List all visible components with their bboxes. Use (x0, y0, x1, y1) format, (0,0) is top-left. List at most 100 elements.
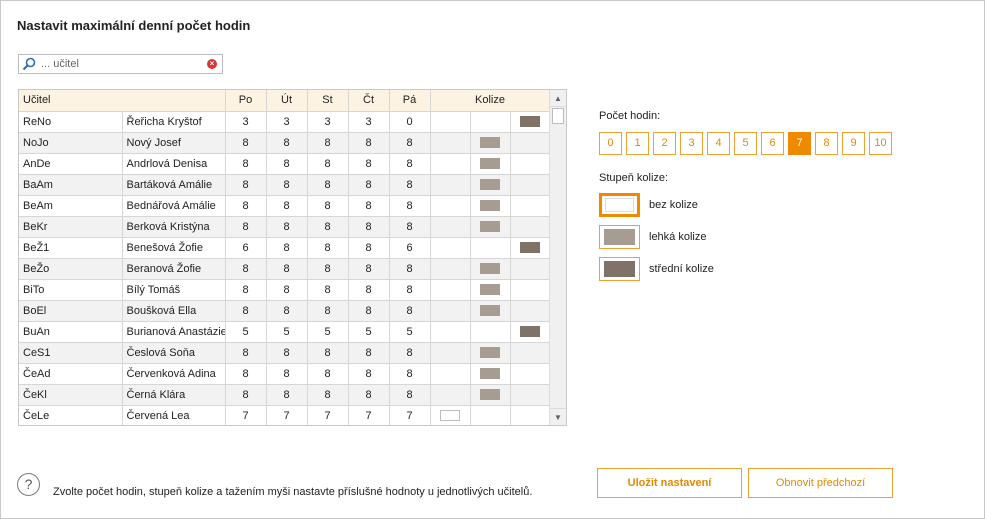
collision-cell-none[interactable] (430, 384, 471, 406)
collision-cell-none[interactable] (430, 153, 471, 175)
collision-cell-light[interactable] (470, 384, 511, 406)
hours-cell-po[interactable]: 8 (225, 279, 267, 301)
collision-cell-light[interactable] (470, 258, 511, 280)
vertical-scrollbar[interactable]: ▲ ▼ (549, 90, 566, 425)
hours-cell-po[interactable]: 5 (225, 321, 267, 343)
collision-cell-light[interactable] (470, 153, 511, 175)
hours-option-10[interactable]: 10 (869, 132, 892, 155)
table-row[interactable]: ČeAd Červenková Adina 8 8 8 8 8 (19, 363, 551, 385)
clear-search-icon[interactable]: × (207, 59, 217, 69)
hours-option-4[interactable]: 4 (707, 132, 730, 155)
hours-cell-ct[interactable]: 5 (348, 321, 390, 343)
scroll-thumb[interactable] (552, 108, 564, 124)
collision-cell-light[interactable] (470, 363, 511, 385)
collision-cell-medium[interactable] (510, 132, 551, 154)
hours-cell-st[interactable]: 8 (307, 216, 349, 238)
hours-cell-ct[interactable]: 8 (348, 132, 390, 154)
hours-cell-ct[interactable]: 8 (348, 237, 390, 259)
hours-option-6[interactable]: 6 (761, 132, 784, 155)
table-row[interactable]: BeŽo Beranová Žofie 8 8 8 8 8 (19, 258, 551, 280)
hours-cell-ct[interactable]: 8 (348, 342, 390, 364)
hours-cell-po[interactable]: 8 (225, 153, 267, 175)
hours-cell-st[interactable]: 7 (307, 405, 349, 425)
collision-cell-none[interactable] (430, 111, 471, 133)
collision-cell-light[interactable] (470, 132, 511, 154)
hours-cell-ut[interactable]: 7 (266, 405, 308, 425)
hours-cell-pa[interactable]: 8 (389, 174, 431, 196)
hours-cell-st[interactable]: 8 (307, 384, 349, 406)
collision-cell-light[interactable] (470, 279, 511, 301)
hours-cell-ut[interactable]: 8 (266, 300, 308, 322)
hours-cell-po[interactable]: 8 (225, 258, 267, 280)
restore-button[interactable]: Obnovit předchozí (748, 468, 893, 498)
table-row[interactable]: ReNo Řeřicha Kryštof 3 3 3 3 0 (19, 111, 551, 133)
hours-cell-ut[interactable]: 8 (266, 237, 308, 259)
hours-cell-ct[interactable]: 8 (348, 300, 390, 322)
hours-cell-ct[interactable]: 8 (348, 363, 390, 385)
collision-swatch-box[interactable] (599, 225, 640, 249)
collision-option-medium[interactable]: střední kolize (599, 257, 714, 281)
table-row[interactable]: BeKr Berková Kristýna 8 8 8 8 8 (19, 216, 551, 238)
hours-cell-pa[interactable]: 8 (389, 363, 431, 385)
hours-cell-ct[interactable]: 8 (348, 174, 390, 196)
hours-cell-ut[interactable]: 5 (266, 321, 308, 343)
hours-cell-st[interactable]: 3 (307, 111, 349, 133)
collision-cell-medium[interactable] (510, 300, 551, 322)
hours-option-7[interactable]: 7 (788, 132, 811, 155)
hours-cell-st[interactable]: 8 (307, 363, 349, 385)
hours-cell-ct[interactable]: 8 (348, 258, 390, 280)
table-row[interactable]: CeS1 Česlová Soňa 8 8 8 8 8 (19, 342, 551, 364)
hours-cell-po[interactable]: 8 (225, 174, 267, 196)
hours-cell-st[interactable]: 5 (307, 321, 349, 343)
table-row[interactable]: BaAm Bartáková Amálie 8 8 8 8 8 (19, 174, 551, 196)
collision-cell-light[interactable] (470, 174, 511, 196)
collision-cell-medium[interactable] (510, 174, 551, 196)
hours-cell-ut[interactable]: 8 (266, 174, 308, 196)
collision-cell-light[interactable] (470, 321, 511, 343)
hours-cell-pa[interactable]: 7 (389, 405, 431, 425)
hours-cell-ut[interactable]: 8 (266, 342, 308, 364)
hours-cell-st[interactable]: 8 (307, 342, 349, 364)
collision-cell-medium[interactable] (510, 279, 551, 301)
hours-option-9[interactable]: 9 (842, 132, 865, 155)
hours-cell-pa[interactable]: 8 (389, 300, 431, 322)
hours-option-8[interactable]: 8 (815, 132, 838, 155)
hours-cell-st[interactable]: 8 (307, 300, 349, 322)
hours-cell-po[interactable]: 7 (225, 405, 267, 425)
hours-cell-pa[interactable]: 5 (389, 321, 431, 343)
collision-cell-light[interactable] (470, 300, 511, 322)
collision-cell-none[interactable] (430, 363, 471, 385)
hours-cell-st[interactable]: 8 (307, 153, 349, 175)
collision-cell-light[interactable] (470, 342, 511, 364)
collision-cell-medium[interactable] (510, 384, 551, 406)
collision-cell-light[interactable] (470, 405, 511, 425)
collision-cell-light[interactable] (470, 216, 511, 238)
table-row[interactable]: ČeLe Červená Lea 7 7 7 7 7 (19, 405, 551, 425)
hours-cell-ut[interactable]: 8 (266, 384, 308, 406)
hours-option-0[interactable]: 0 (599, 132, 622, 155)
collision-option-none[interactable]: bez kolize (599, 193, 698, 217)
collision-cell-none[interactable] (430, 405, 471, 425)
hours-cell-ut[interactable]: 3 (266, 111, 308, 133)
hours-cell-ut[interactable]: 8 (266, 195, 308, 217)
collision-cell-light[interactable] (470, 237, 511, 259)
hours-cell-ut[interactable]: 8 (266, 279, 308, 301)
hours-option-1[interactable]: 1 (626, 132, 649, 155)
hours-cell-po[interactable]: 8 (225, 216, 267, 238)
hours-cell-ut[interactable]: 8 (266, 132, 308, 154)
hours-cell-po[interactable]: 8 (225, 363, 267, 385)
collision-swatch-box[interactable] (599, 257, 640, 281)
hours-cell-po[interactable]: 8 (225, 195, 267, 217)
hours-cell-st[interactable]: 8 (307, 174, 349, 196)
table-row[interactable]: ČeKl Černá Klára 8 8 8 8 8 (19, 384, 551, 406)
collision-cell-medium[interactable] (510, 153, 551, 175)
hours-cell-pa[interactable]: 8 (389, 216, 431, 238)
table-row[interactable]: BuAn Burianová Anastázie 5 5 5 5 5 (19, 321, 551, 343)
collision-cell-medium[interactable] (510, 237, 551, 259)
collision-cell-none[interactable] (430, 300, 471, 322)
collision-cell-none[interactable] (430, 132, 471, 154)
collision-cell-light[interactable] (470, 195, 511, 217)
hours-cell-ct[interactable]: 7 (348, 405, 390, 425)
hours-cell-st[interactable]: 8 (307, 132, 349, 154)
hours-cell-st[interactable]: 8 (307, 237, 349, 259)
